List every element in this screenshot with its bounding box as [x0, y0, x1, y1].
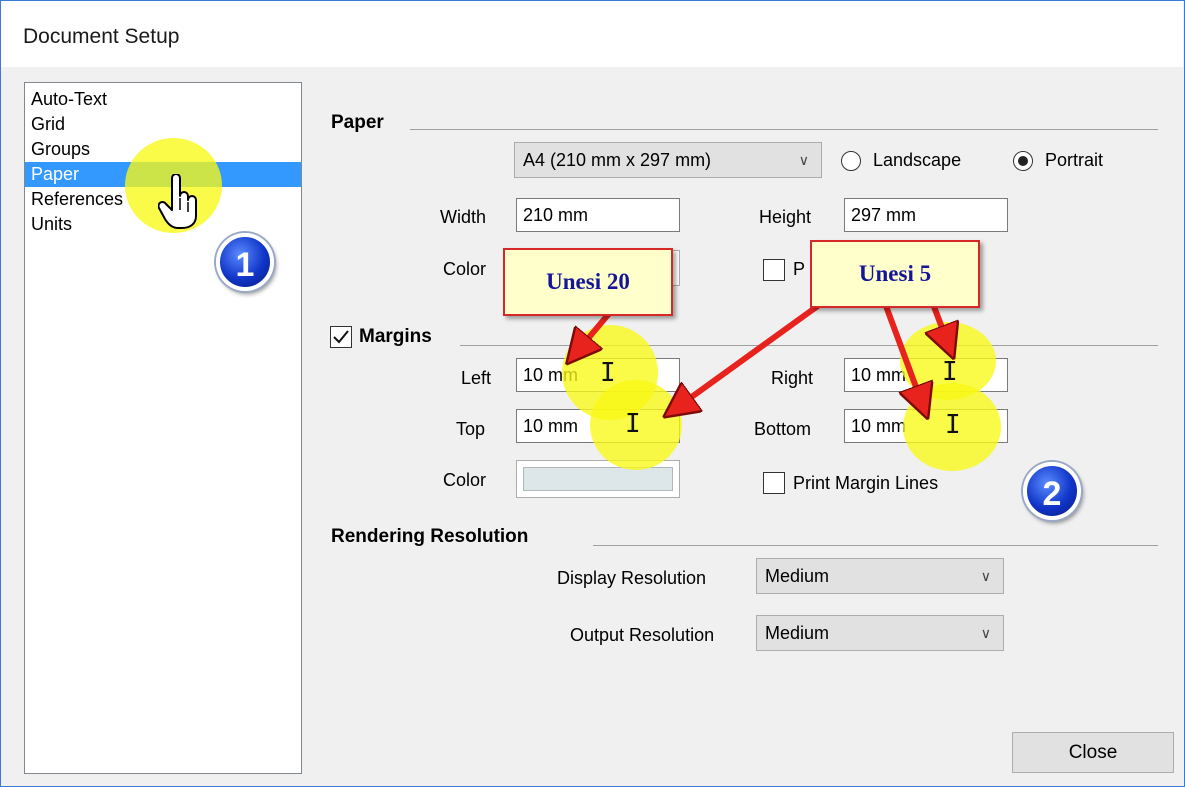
callout-right: Unesi 5 — [810, 240, 980, 308]
annotation-arrows — [0, 297, 1185, 787]
step-badge-2: 2 — [1023, 462, 1081, 520]
callout-left: Unesi 20 — [503, 248, 673, 316]
